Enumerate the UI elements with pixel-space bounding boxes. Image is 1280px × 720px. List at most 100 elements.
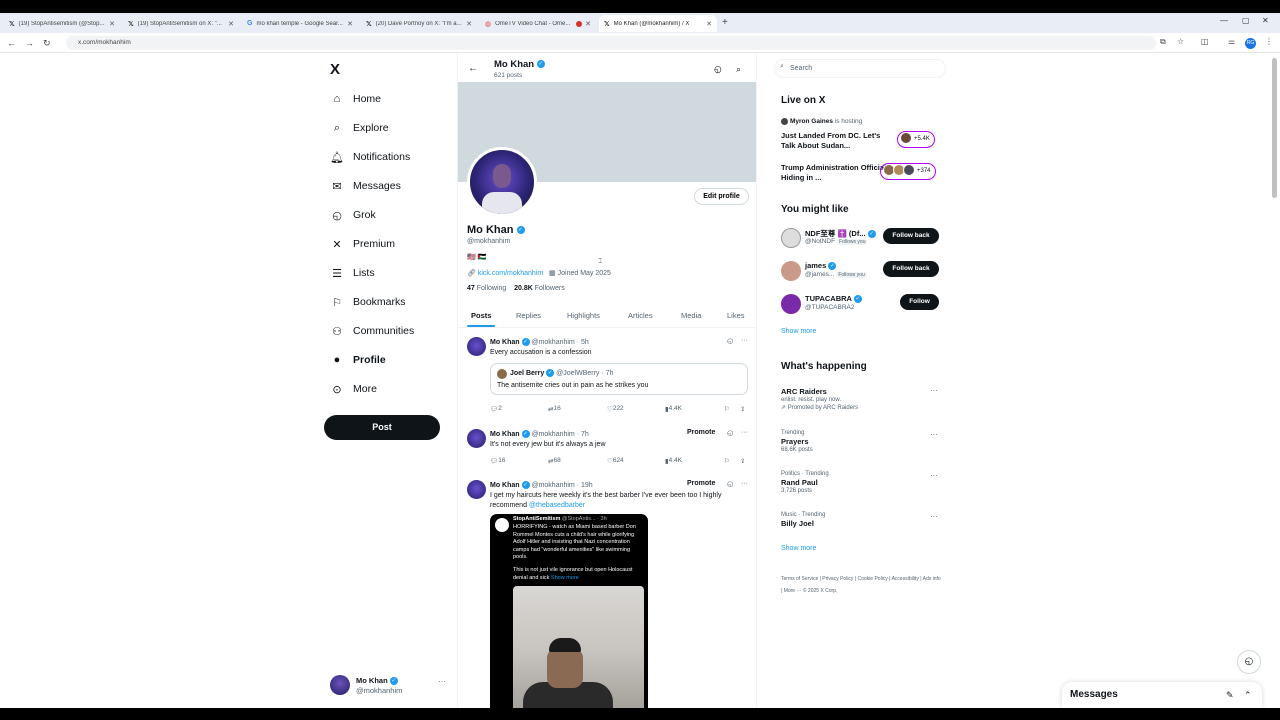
sidebar-icon[interactable]: ◫ [1201, 37, 1209, 46]
account-switcher[interactable]: Mo Khan ✓ @mokhanhim ··· [330, 675, 450, 697]
forward-icon[interactable]: → [25, 38, 34, 48]
mention-link[interactable]: @thebasedbarber [529, 502, 585, 509]
views-button[interactable]: ▮ 4.4K [665, 405, 682, 413]
reload-icon[interactable]: ↻ [43, 38, 51, 49]
window-close-icon[interactable]: ✕ [1262, 16, 1269, 25]
close-icon[interactable]: ✕ [585, 20, 591, 28]
close-icon[interactable]: ✕ [228, 20, 234, 28]
following-link[interactable]: 47 Following [467, 285, 506, 292]
trend-item[interactable]: ARC Raiders enlist. resist. play now. ⇗ … [781, 386, 941, 411]
promote-button[interactable]: Promote [687, 480, 715, 487]
x-logo-icon[interactable]: X [330, 61, 340, 78]
new-tab-icon[interactable]: + [722, 17, 728, 28]
search-input[interactable]: Search [774, 59, 946, 78]
live-listeners-badge[interactable]: +374 [880, 163, 936, 180]
grok-icon[interactable]: ◵ [727, 480, 733, 488]
suggestion-item[interactable]: TUPACABRA ✓ @TUPACABRA2 Follow [781, 293, 941, 317]
tab-articles[interactable]: Articles [628, 311, 653, 320]
grok-chat-button[interactable]: ◵ [1237, 650, 1261, 674]
avatar[interactable] [467, 480, 486, 499]
tab-highlights[interactable]: Highlights [567, 311, 600, 320]
bookmark-icon[interactable]: ⚐ [724, 457, 730, 465]
browser-menu-icon[interactable]: ⋮ [1265, 37, 1273, 46]
tweet[interactable]: Mo Khan ✓ @mokhanhim · 5h ◵ ··· Every ac… [458, 337, 756, 421]
browser-tab[interactable]: 𝕏 (20) Dave Portnoy on X: "I'm a... ✕ [361, 15, 477, 32]
search-icon[interactable]: ⌕ [736, 64, 741, 75]
views-button[interactable]: ▮ 4.4K [665, 457, 682, 465]
embedded-tweet-screenshot[interactable]: StopAntiSemitism @StopAntis... · 3h HORR… [490, 514, 648, 708]
tab-replies[interactable]: Replies [516, 311, 541, 320]
nav-more[interactable]: ⊙ More [330, 379, 377, 399]
nav-profile[interactable]: ● Profile [330, 350, 386, 370]
follow-back-button[interactable]: Follow back [883, 261, 939, 277]
reply-button[interactable]: 💬︎ 16 [490, 457, 506, 465]
url-field[interactable]: x.com/mokhanhim [66, 36, 1156, 50]
close-icon[interactable]: ✕ [706, 20, 712, 28]
nav-bookmarks[interactable]: ⚐ Bookmarks [330, 292, 405, 312]
live-title[interactable]: Trump Administration Officials Hiding in… [781, 163, 891, 183]
repost-button[interactable]: ⇄ 68 [548, 457, 561, 465]
share-icon[interactable]: ⇪ [740, 457, 745, 465]
suggestion-item[interactable]: NDF至尊 ✝️ (Df... ✓ @NotNDF Follows you Fol… [781, 227, 941, 251]
tweet[interactable]: Mo Khan ✓ @mokhanhim · 19h Promote ◵ ···… [458, 480, 756, 708]
more-dots-icon[interactable]: ··· [741, 337, 748, 344]
bookmark-icon[interactable]: ⚐ [724, 405, 730, 413]
tab-media[interactable]: Media [681, 311, 701, 320]
grok-icon[interactable]: ◵ [727, 337, 733, 345]
close-icon[interactable]: ✕ [466, 20, 472, 28]
back-icon[interactable]: ← [7, 38, 16, 48]
nav-messages[interactable]: ✉ Messages [330, 176, 400, 196]
footer-links[interactable]: Terms of Service | Privacy Policy | Cook… [781, 573, 941, 597]
nav-home[interactable]: ⌂ Home [330, 89, 381, 109]
expand-icon[interactable]: ⌃ [1244, 690, 1252, 701]
nav-lists[interactable]: ☰ Lists [330, 263, 375, 283]
nav-notifications[interactable]: 🔔︎ Notifications [330, 147, 410, 167]
more-dots-icon[interactable]: ··· [930, 471, 938, 480]
avatar[interactable] [467, 429, 486, 448]
bookmark-star-icon[interactable]: ☆ [1177, 37, 1184, 46]
browser-profile-avatar[interactable]: RG [1245, 38, 1256, 49]
browser-tab-active[interactable]: 𝕏 Mo Khan (@mokhanhim) / X ✕ [599, 15, 717, 32]
browser-tab[interactable]: G mo khan temple - Google Sear... ✕ [242, 15, 358, 32]
repost-button[interactable]: ⇄ 16 [548, 405, 561, 413]
maximize-icon[interactable]: ▢ [1242, 16, 1250, 25]
live-title[interactable]: Just Landed From DC. Let's Talk About Su… [781, 131, 891, 151]
suggestion-item[interactable]: james ✓ @james... Follows you Follow back [781, 260, 941, 284]
follow-back-button[interactable]: Follow back [883, 228, 939, 244]
nav-explore[interactable]: ⌕ Explore [330, 118, 389, 138]
browser-tab[interactable]: 𝕏 (19) StopAntiSemitism on X: "... ✕ [123, 15, 239, 32]
profile-link[interactable]: kick.com/mokhanhim [478, 270, 543, 277]
profile-avatar[interactable] [467, 147, 537, 217]
back-arrow-icon[interactable]: ← [468, 63, 478, 74]
share-icon[interactable]: ⇪ [740, 405, 745, 413]
like-button[interactable]: ♡ 222 [607, 405, 624, 413]
nav-premium[interactable]: ✕ Premium [330, 234, 395, 254]
tab-likes[interactable]: Likes [727, 311, 745, 320]
nav-grok[interactable]: ◵ Grok [330, 205, 376, 225]
quoted-tweet[interactable]: Joel Berry ✓ @JoelWBerry · 7h The antise… [490, 363, 748, 395]
page-scrollbar[interactable] [1272, 58, 1277, 198]
browser-tab[interactable]: ◍ OmeTV Video Chat - Ome... ✕ [480, 15, 596, 32]
minimize-icon[interactable]: — [1220, 16, 1228, 25]
show-more-link[interactable]: Show more [781, 545, 816, 552]
close-icon[interactable]: ✕ [109, 20, 115, 28]
tab-posts[interactable]: Posts [471, 311, 491, 320]
followers-link[interactable]: 20.8K Followers [514, 285, 565, 292]
cast-icon[interactable]: ⧉ [1160, 37, 1166, 47]
messages-drawer[interactable]: Messages ✎ ⌃ [1062, 682, 1262, 708]
more-dots-icon[interactable]: ··· [741, 429, 748, 436]
trend-item[interactable]: Trending Prayers 68.6K posts ··· [781, 430, 941, 453]
show-more-link[interactable]: Show more [781, 328, 816, 335]
more-dots-icon[interactable]: ··· [930, 430, 938, 439]
promote-button[interactable]: Promote [687, 429, 715, 436]
live-listeners-badge[interactable]: +5.4K [897, 131, 935, 148]
nav-communities[interactable]: ⚇ Communities [330, 321, 414, 341]
follow-button[interactable]: Follow [900, 294, 939, 310]
grok-analyze-icon[interactable]: ◵ [714, 64, 722, 75]
reply-button[interactable]: 💬︎ 2 [490, 405, 502, 413]
edit-profile-button[interactable]: Edit profile [694, 188, 749, 205]
extensions-icon[interactable]: ⚌ [1228, 37, 1235, 46]
more-dots-icon[interactable]: ··· [438, 677, 446, 686]
more-dots-icon[interactable]: ··· [741, 480, 748, 487]
browser-tab[interactable]: 𝕏 (19) StopAntisemitism (@Stop... ✕ [4, 15, 120, 32]
